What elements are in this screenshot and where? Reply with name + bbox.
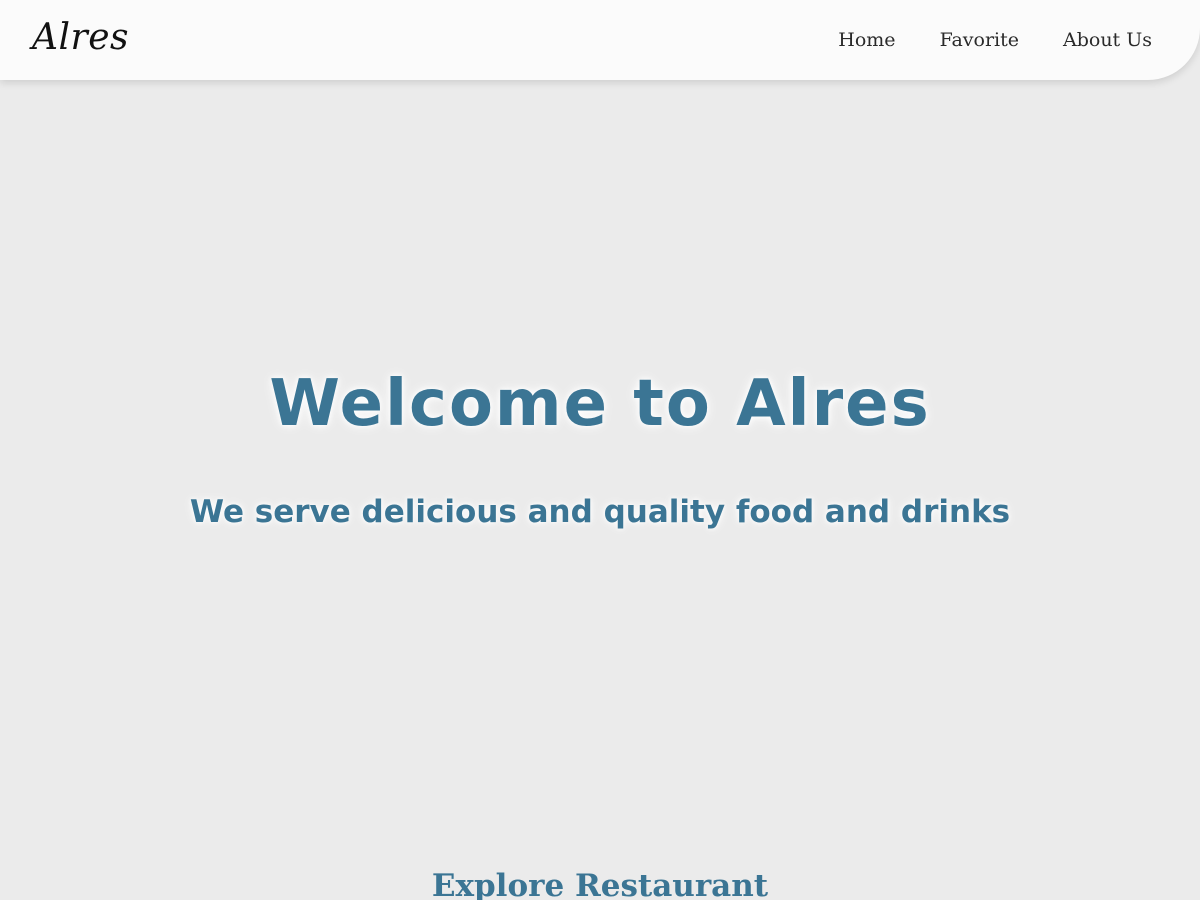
nav-link-about-us[interactable]: About Us bbox=[1063, 26, 1152, 54]
explore-section-title: Explore Restaurant bbox=[431, 868, 769, 900]
hero-subtitle: We serve delicious and quality food and … bbox=[189, 494, 1011, 530]
brand-logo-link[interactable]: Alres bbox=[32, 16, 129, 60]
nav-link-home[interactable]: Home bbox=[838, 26, 895, 54]
hero-title: Welcome to Alres bbox=[269, 367, 931, 441]
main-nav: Home Favorite About Us bbox=[838, 26, 1152, 54]
hero-section: Welcome to Alres We serve delicious and … bbox=[0, 80, 1200, 840]
top-navigation-bar: Alres Home Favorite About Us bbox=[0, 0, 1200, 80]
nav-link-favorite[interactable]: Favorite bbox=[940, 26, 1019, 54]
